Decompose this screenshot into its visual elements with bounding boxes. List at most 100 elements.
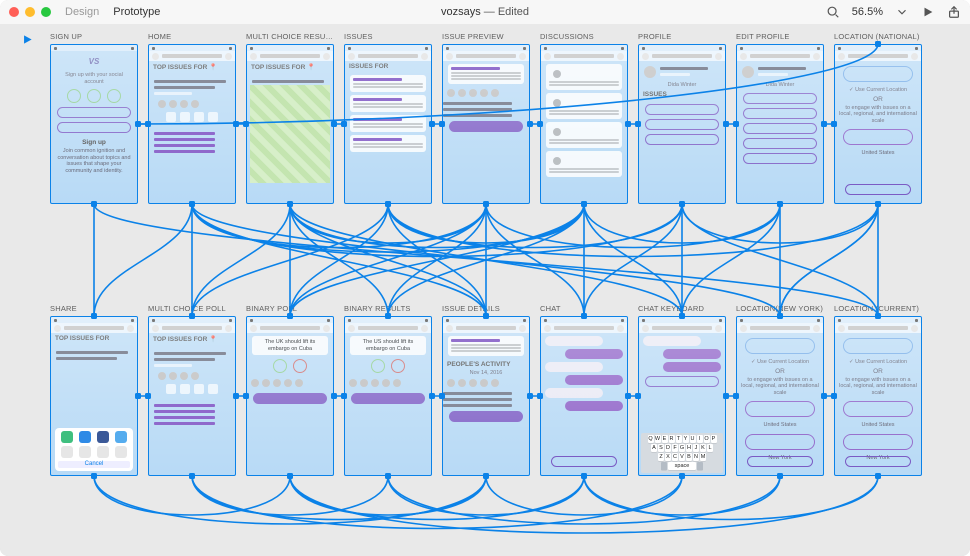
artboard-label[interactable]: MULTI CHOICE RESULTS	[246, 32, 334, 42]
artboard-edit-profile[interactable]: EDIT PROFILEDida Winter	[736, 32, 824, 204]
cta-button[interactable]	[449, 121, 523, 132]
avatar[interactable]	[742, 66, 754, 78]
cta-button[interactable]	[449, 411, 523, 422]
screen[interactable]: QWERTYUIOPASDFGHJKLZXCVBNMspace	[638, 316, 726, 476]
discussion-item[interactable]	[546, 151, 622, 177]
artboard-issues[interactable]: ISSUESISSUES FOR	[344, 32, 432, 204]
artboard-multi-poll[interactable]: MULTI CHOICE POLLTOP ISSUES FOR 📍	[148, 304, 236, 476]
screen[interactable]: TOP ISSUES FOR 📍	[148, 316, 236, 476]
prototype-wire[interactable]	[388, 204, 486, 316]
prototype-wire[interactable]	[94, 476, 290, 515]
location-option[interactable]	[843, 401, 913, 417]
artboard-loc-current[interactable]: LOCATION (CURRENT) ✓ Use Current Location…	[834, 304, 922, 476]
artboard-label[interactable]: CHAT KEYBOARD	[638, 304, 726, 314]
artboard-label[interactable]: LOCATION (CURRENT)	[834, 304, 922, 314]
vote-yes-icon[interactable]	[371, 359, 385, 373]
share-action[interactable]	[115, 446, 127, 458]
artboard-discussions[interactable]: DISCUSSIONS	[540, 32, 628, 204]
artboard-label[interactable]: SHARE	[50, 304, 138, 314]
prototype-wire[interactable]	[290, 476, 486, 515]
prototype-wire[interactable]	[192, 204, 584, 252]
prototype-wire[interactable]	[584, 476, 780, 515]
keyboard[interactable]: QWERTYUIOPASDFGHJKLZXCVBNMspace	[641, 433, 723, 473]
chat-input[interactable]	[551, 456, 617, 467]
prototype-wire[interactable]	[780, 204, 878, 316]
key[interactable]: A	[651, 444, 657, 452]
prototype-wire[interactable]	[388, 204, 584, 316]
share-action[interactable]	[97, 446, 109, 458]
prototype-wire[interactable]	[388, 204, 878, 257]
key[interactable]: T	[676, 435, 682, 443]
key[interactable]: S	[658, 444, 664, 452]
location-option[interactable]	[745, 401, 815, 417]
use-current-location-button[interactable]	[843, 66, 913, 82]
key-shift[interactable]	[661, 462, 667, 470]
artboard-label[interactable]: PROFILE	[638, 32, 726, 42]
prototype-wire[interactable]	[290, 204, 584, 248]
artboard-label[interactable]: SIGN UP	[50, 32, 138, 42]
share-action[interactable]	[61, 446, 73, 458]
share-target[interactable]	[79, 431, 91, 443]
vote-no-icon[interactable]	[293, 359, 307, 373]
key[interactable]: D	[665, 444, 671, 452]
zoom-window-icon[interactable]	[41, 7, 51, 17]
prototype-wire[interactable]	[584, 204, 682, 316]
field-row[interactable]	[645, 134, 719, 145]
screen[interactable]	[540, 316, 628, 476]
artboard-label[interactable]: HOME	[148, 32, 236, 42]
field-row[interactable]	[743, 93, 817, 104]
social-icon[interactable]	[67, 89, 81, 103]
screen[interactable]: ✓ Use Current LocationORto engage with i…	[834, 316, 922, 476]
location-confirm[interactable]	[845, 184, 911, 195]
key[interactable]: M	[700, 453, 706, 461]
field-row[interactable]	[645, 119, 719, 130]
prototype-wire[interactable]	[290, 204, 682, 316]
key[interactable]: J	[693, 444, 699, 452]
artboard-label[interactable]: ISSUE DETAILS	[442, 304, 530, 314]
prototype-wire[interactable]	[780, 204, 878, 316]
prototype-wire[interactable]	[682, 204, 878, 316]
key[interactable]: P	[711, 435, 717, 443]
location-option[interactable]	[843, 129, 913, 145]
key[interactable]: E	[662, 435, 668, 443]
discussion-item[interactable]	[546, 64, 622, 90]
screen[interactable]: Dida WinterISSUES	[638, 44, 726, 204]
prototype-wire[interactable]	[486, 204, 780, 248]
screen[interactable]	[442, 44, 530, 204]
key[interactable]: Z	[658, 453, 664, 461]
prototype-wire[interactable]	[584, 204, 780, 243]
artboard-profile[interactable]: PROFILE Dida WinterISSUES	[638, 32, 726, 204]
artboard-label[interactable]: EDIT PROFILE	[736, 32, 824, 42]
cancel-button[interactable]: Cancel	[58, 461, 130, 468]
artboard-chat[interactable]: CHAT	[540, 304, 628, 476]
key[interactable]: F	[672, 444, 678, 452]
prototype-wire[interactable]	[192, 476, 388, 515]
artboard-issue-preview[interactable]: ISSUE PREVIEW	[442, 32, 530, 204]
key[interactable]: I	[697, 435, 703, 443]
prototype-wire[interactable]	[290, 204, 486, 316]
key[interactable]: Y	[683, 435, 689, 443]
share-target[interactable]	[61, 431, 73, 443]
minimize-window-icon[interactable]	[25, 7, 35, 17]
key[interactable]: O	[704, 435, 710, 443]
screen[interactable]	[540, 44, 628, 204]
discussion-item[interactable]	[546, 93, 622, 119]
prototype-wire[interactable]	[682, 204, 780, 316]
artboard-multi-results[interactable]: MULTI CHOICE RESULTSTOP ISSUES FOR 📍	[246, 32, 334, 204]
cta-button[interactable]	[351, 393, 425, 404]
key[interactable]: H	[686, 444, 692, 452]
screen[interactable]: The US should lift its embargo on Cuba	[344, 316, 432, 476]
discussion-item[interactable]	[546, 122, 622, 148]
prototype-wire[interactable]	[192, 204, 486, 316]
artboard-issue-details[interactable]: ISSUE DETAILSPEOPLE'S ACTIVITYNov 14, 20…	[442, 304, 530, 476]
prototype-wire[interactable]	[192, 204, 780, 316]
prototype-wire[interactable]	[192, 204, 682, 257]
location-option[interactable]	[843, 434, 913, 450]
prototype-wire[interactable]	[486, 476, 682, 515]
artboard-label[interactable]: ISSUE PREVIEW	[442, 32, 530, 42]
prototype-wire[interactable]	[584, 204, 682, 316]
cta-button[interactable]	[253, 393, 327, 404]
tab-prototype[interactable]: Prototype	[113, 6, 160, 18]
prototype-wire[interactable]	[682, 204, 878, 243]
share-target[interactable]	[115, 431, 127, 443]
